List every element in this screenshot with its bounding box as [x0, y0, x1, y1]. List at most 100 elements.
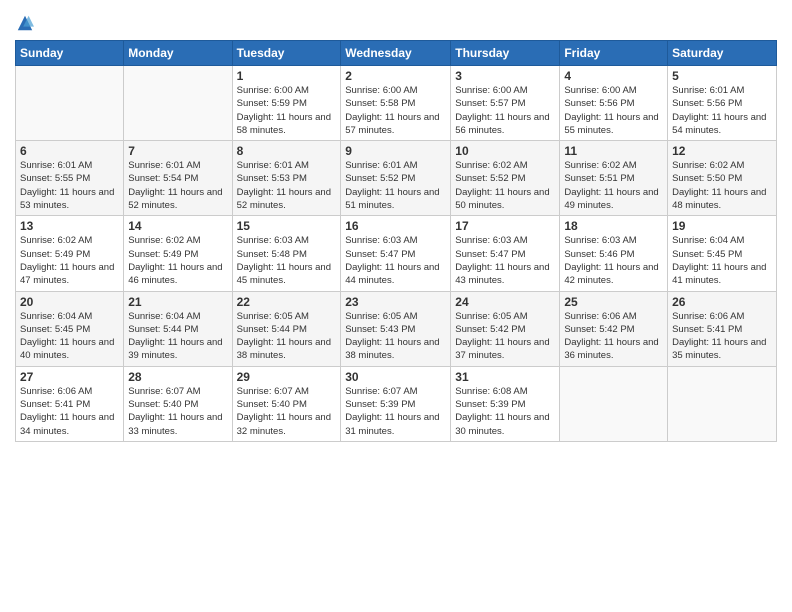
day-number: 13 — [20, 219, 119, 233]
day-of-week-header: Saturday — [668, 41, 777, 66]
calendar-cell: 5Sunrise: 6:01 AM Sunset: 5:56 PM Daylig… — [668, 66, 777, 141]
calendar-cell — [668, 366, 777, 441]
day-info: Sunrise: 6:03 AM Sunset: 5:48 PM Dayligh… — [237, 234, 337, 287]
day-number: 28 — [128, 370, 227, 384]
day-info: Sunrise: 6:02 AM Sunset: 5:49 PM Dayligh… — [20, 234, 119, 287]
calendar-cell: 3Sunrise: 6:00 AM Sunset: 5:57 PM Daylig… — [451, 66, 560, 141]
day-info: Sunrise: 6:04 AM Sunset: 5:45 PM Dayligh… — [20, 310, 119, 363]
day-info: Sunrise: 6:05 AM Sunset: 5:42 PM Dayligh… — [455, 310, 555, 363]
day-info: Sunrise: 6:04 AM Sunset: 5:45 PM Dayligh… — [672, 234, 772, 287]
header — [15, 10, 777, 32]
calendar-cell: 22Sunrise: 6:05 AM Sunset: 5:44 PM Dayli… — [232, 291, 341, 366]
day-number: 30 — [345, 370, 446, 384]
day-number: 21 — [128, 295, 227, 309]
day-number: 19 — [672, 219, 772, 233]
page: SundayMondayTuesdayWednesdayThursdayFrid… — [0, 0, 792, 612]
day-info: Sunrise: 6:02 AM Sunset: 5:51 PM Dayligh… — [564, 159, 663, 212]
calendar-cell: 21Sunrise: 6:04 AM Sunset: 5:44 PM Dayli… — [124, 291, 232, 366]
calendar-cell: 10Sunrise: 6:02 AM Sunset: 5:52 PM Dayli… — [451, 141, 560, 216]
day-info: Sunrise: 6:02 AM Sunset: 5:49 PM Dayligh… — [128, 234, 227, 287]
calendar-cell: 7Sunrise: 6:01 AM Sunset: 5:54 PM Daylig… — [124, 141, 232, 216]
day-number: 20 — [20, 295, 119, 309]
day-info: Sunrise: 6:05 AM Sunset: 5:44 PM Dayligh… — [237, 310, 337, 363]
calendar-cell: 23Sunrise: 6:05 AM Sunset: 5:43 PM Dayli… — [341, 291, 451, 366]
day-of-week-header: Thursday — [451, 41, 560, 66]
calendar-cell: 31Sunrise: 6:08 AM Sunset: 5:39 PM Dayli… — [451, 366, 560, 441]
day-info: Sunrise: 6:01 AM Sunset: 5:56 PM Dayligh… — [672, 84, 772, 137]
calendar-cell — [16, 66, 124, 141]
day-info: Sunrise: 6:06 AM Sunset: 5:42 PM Dayligh… — [564, 310, 663, 363]
calendar-cell: 29Sunrise: 6:07 AM Sunset: 5:40 PM Dayli… — [232, 366, 341, 441]
day-info: Sunrise: 6:03 AM Sunset: 5:47 PM Dayligh… — [455, 234, 555, 287]
day-info: Sunrise: 6:00 AM Sunset: 5:56 PM Dayligh… — [564, 84, 663, 137]
calendar-cell: 25Sunrise: 6:06 AM Sunset: 5:42 PM Dayli… — [560, 291, 668, 366]
day-info: Sunrise: 6:04 AM Sunset: 5:44 PM Dayligh… — [128, 310, 227, 363]
day-number: 26 — [672, 295, 772, 309]
calendar-cell — [124, 66, 232, 141]
day-info: Sunrise: 6:07 AM Sunset: 5:40 PM Dayligh… — [128, 385, 227, 438]
day-info: Sunrise: 6:00 AM Sunset: 5:59 PM Dayligh… — [237, 84, 337, 137]
calendar-week-row: 6Sunrise: 6:01 AM Sunset: 5:55 PM Daylig… — [16, 141, 777, 216]
calendar-cell: 15Sunrise: 6:03 AM Sunset: 5:48 PM Dayli… — [232, 216, 341, 291]
day-number: 8 — [237, 144, 337, 158]
calendar-cell: 11Sunrise: 6:02 AM Sunset: 5:51 PM Dayli… — [560, 141, 668, 216]
day-info: Sunrise: 6:01 AM Sunset: 5:53 PM Dayligh… — [237, 159, 337, 212]
calendar-cell: 4Sunrise: 6:00 AM Sunset: 5:56 PM Daylig… — [560, 66, 668, 141]
calendar-cell: 8Sunrise: 6:01 AM Sunset: 5:53 PM Daylig… — [232, 141, 341, 216]
day-of-week-header: Friday — [560, 41, 668, 66]
day-info: Sunrise: 6:01 AM Sunset: 5:54 PM Dayligh… — [128, 159, 227, 212]
day-info: Sunrise: 6:05 AM Sunset: 5:43 PM Dayligh… — [345, 310, 446, 363]
day-number: 15 — [237, 219, 337, 233]
calendar-cell: 18Sunrise: 6:03 AM Sunset: 5:46 PM Dayli… — [560, 216, 668, 291]
calendar-header-row: SundayMondayTuesdayWednesdayThursdayFrid… — [16, 41, 777, 66]
day-of-week-header: Monday — [124, 41, 232, 66]
day-info: Sunrise: 6:06 AM Sunset: 5:41 PM Dayligh… — [20, 385, 119, 438]
day-info: Sunrise: 6:03 AM Sunset: 5:46 PM Dayligh… — [564, 234, 663, 287]
day-number: 12 — [672, 144, 772, 158]
day-number: 3 — [455, 69, 555, 83]
logo-icon — [16, 14, 34, 32]
day-number: 7 — [128, 144, 227, 158]
calendar-cell: 19Sunrise: 6:04 AM Sunset: 5:45 PM Dayli… — [668, 216, 777, 291]
day-number: 17 — [455, 219, 555, 233]
day-number: 23 — [345, 295, 446, 309]
day-number: 1 — [237, 69, 337, 83]
calendar-cell: 9Sunrise: 6:01 AM Sunset: 5:52 PM Daylig… — [341, 141, 451, 216]
day-info: Sunrise: 6:00 AM Sunset: 5:58 PM Dayligh… — [345, 84, 446, 137]
day-info: Sunrise: 6:01 AM Sunset: 5:52 PM Dayligh… — [345, 159, 446, 212]
logo — [15, 14, 34, 32]
day-info: Sunrise: 6:07 AM Sunset: 5:40 PM Dayligh… — [237, 385, 337, 438]
day-number: 14 — [128, 219, 227, 233]
calendar-cell: 16Sunrise: 6:03 AM Sunset: 5:47 PM Dayli… — [341, 216, 451, 291]
day-number: 22 — [237, 295, 337, 309]
day-number: 5 — [672, 69, 772, 83]
calendar-cell: 1Sunrise: 6:00 AM Sunset: 5:59 PM Daylig… — [232, 66, 341, 141]
calendar-cell: 14Sunrise: 6:02 AM Sunset: 5:49 PM Dayli… — [124, 216, 232, 291]
calendar-cell: 17Sunrise: 6:03 AM Sunset: 5:47 PM Dayli… — [451, 216, 560, 291]
day-number: 2 — [345, 69, 446, 83]
day-number: 4 — [564, 69, 663, 83]
day-number: 10 — [455, 144, 555, 158]
calendar-cell: 26Sunrise: 6:06 AM Sunset: 5:41 PM Dayli… — [668, 291, 777, 366]
day-info: Sunrise: 6:03 AM Sunset: 5:47 PM Dayligh… — [345, 234, 446, 287]
day-info: Sunrise: 6:08 AM Sunset: 5:39 PM Dayligh… — [455, 385, 555, 438]
day-number: 9 — [345, 144, 446, 158]
day-number: 31 — [455, 370, 555, 384]
calendar-week-row: 20Sunrise: 6:04 AM Sunset: 5:45 PM Dayli… — [16, 291, 777, 366]
calendar-cell: 28Sunrise: 6:07 AM Sunset: 5:40 PM Dayli… — [124, 366, 232, 441]
calendar-cell: 20Sunrise: 6:04 AM Sunset: 5:45 PM Dayli… — [16, 291, 124, 366]
calendar-week-row: 13Sunrise: 6:02 AM Sunset: 5:49 PM Dayli… — [16, 216, 777, 291]
calendar-cell: 27Sunrise: 6:06 AM Sunset: 5:41 PM Dayli… — [16, 366, 124, 441]
calendar-cell: 13Sunrise: 6:02 AM Sunset: 5:49 PM Dayli… — [16, 216, 124, 291]
day-number: 6 — [20, 144, 119, 158]
day-info: Sunrise: 6:07 AM Sunset: 5:39 PM Dayligh… — [345, 385, 446, 438]
calendar-table: SundayMondayTuesdayWednesdayThursdayFrid… — [15, 40, 777, 442]
day-info: Sunrise: 6:06 AM Sunset: 5:41 PM Dayligh… — [672, 310, 772, 363]
day-number: 16 — [345, 219, 446, 233]
day-info: Sunrise: 6:02 AM Sunset: 5:52 PM Dayligh… — [455, 159, 555, 212]
day-number: 11 — [564, 144, 663, 158]
day-info: Sunrise: 6:00 AM Sunset: 5:57 PM Dayligh… — [455, 84, 555, 137]
calendar-cell: 30Sunrise: 6:07 AM Sunset: 5:39 PM Dayli… — [341, 366, 451, 441]
calendar-cell — [560, 366, 668, 441]
calendar-week-row: 27Sunrise: 6:06 AM Sunset: 5:41 PM Dayli… — [16, 366, 777, 441]
